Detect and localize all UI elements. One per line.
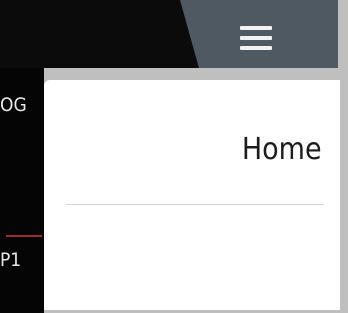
sidebar-item-label[interactable]: P1 — [0, 249, 36, 271]
menu-icon-line — [240, 46, 272, 50]
page-title: Home — [242, 132, 322, 167]
rail-divider — [6, 235, 42, 237]
top-bar — [0, 0, 338, 68]
title-divider — [66, 204, 324, 205]
main-panel: Home — [44, 80, 340, 310]
menu-icon-line — [240, 36, 272, 40]
menu-icon-line — [240, 26, 272, 30]
hamburger-menu-icon[interactable] — [240, 26, 272, 52]
sidebar-item-label[interactable]: OG — [0, 94, 36, 116]
app-frame: OG P1 Home — [0, 0, 348, 313]
